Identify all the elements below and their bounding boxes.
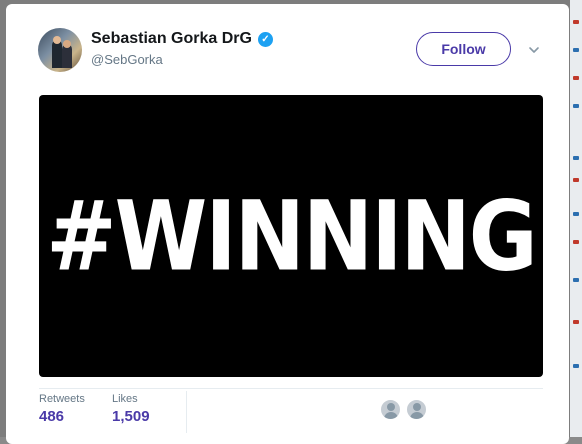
retweets-stat[interactable]: Retweets 486: [39, 393, 85, 425]
likes-count: 1,509: [112, 408, 150, 425]
likes-stat[interactable]: Likes 1,509: [112, 393, 150, 425]
tweet-card: Sebastian Gorka DrG ✓ @SebGorka Follow #…: [6, 4, 569, 444]
liker-avatar[interactable]: [380, 399, 401, 420]
media-image-text: #WINNING: [46, 179, 537, 293]
verified-badge-icon: ✓: [257, 31, 273, 47]
stats-divider: [39, 388, 543, 389]
profile-avatar[interactable]: [38, 28, 82, 72]
user-avatar-icon: [387, 403, 395, 411]
retweets-count: 486: [39, 408, 65, 425]
stats-separator: [186, 391, 187, 433]
author-name-row: Sebastian Gorka DrG ✓: [91, 30, 273, 48]
tweet-media-image[interactable]: #WINNING: [39, 95, 543, 377]
author-display-name[interactable]: Sebastian Gorka DrG: [91, 30, 252, 48]
follow-button[interactable]: Follow: [416, 32, 511, 66]
user-avatar-icon: [413, 403, 421, 411]
likes-label: Likes: [112, 393, 138, 405]
retweets-label: Retweets: [39, 393, 85, 405]
background-timeline-strip: [570, 0, 582, 437]
author-handle[interactable]: @SebGorka: [91, 52, 163, 67]
chevron-down-icon[interactable]: [528, 44, 540, 56]
liker-avatar[interactable]: [406, 399, 427, 420]
